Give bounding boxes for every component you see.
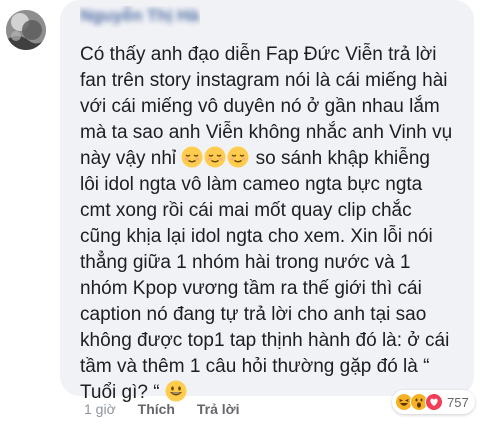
love-reaction-icon (425, 393, 443, 411)
comment-line: tầm và thêm 1 câu hỏi thường gặp đó là “ (80, 356, 430, 377)
comment-line: với cái miếng vô duyên nó ở gần nhau lắm (80, 96, 440, 117)
like-button[interactable]: Thích (138, 401, 175, 417)
comment-line: nhóm Kpop vương tầm ra thế giới thì cái (80, 278, 422, 299)
comment-line: không được top1 tap thịnh hành đó là: ở … (80, 330, 450, 351)
reaction-summary[interactable]: 757 (392, 390, 475, 414)
comment-line: lôi idol ngta vô làm cameo ngta bực ngta (80, 174, 423, 195)
comment-line: fan trên story instagram nói là cái miến… (80, 70, 448, 91)
comment-line-prefix: này vậy nhỉ (80, 148, 177, 169)
comment-line: thẳng giữa 1 nhóm hài trong nước và 1 (80, 252, 411, 273)
comment-line: cũng khịa lại idol ngta cho xem. Xin lỗi… (80, 226, 433, 247)
comment-card: Nguyễn Thị Hà Có thấy anh đạo diễn Fap Đ… (0, 0, 490, 436)
comment-footer: 1 giờ Thích Trả lời (84, 399, 384, 419)
avatar-image (6, 10, 46, 50)
comment-timestamp[interactable]: 1 giờ (84, 401, 116, 417)
reply-button[interactable]: Trả lời (197, 401, 240, 417)
comment-line: mà ta sao anh Viễn không nhắc anh Vinh v… (80, 122, 453, 143)
comment-line: caption nó đang tự trả lời cho anh tại s… (80, 304, 427, 325)
comment-line-with-emojis: này vậy nhỉ so sánh khập khiễng (80, 146, 470, 172)
comment-text: Có thấy anh đạo diễn Fap Đức Viễn trả lờ… (80, 42, 470, 406)
comment-line: cmt xong rồi cái mai mốt quay clip chắc (80, 200, 412, 221)
comment-line: Có thấy anh đạo diễn Fap Đức Viễn trả lờ… (80, 44, 437, 65)
author-name[interactable]: Nguyễn Thị Hà (80, 6, 199, 25)
reaction-count: 757 (447, 394, 469, 410)
comment-line-suffix: so sánh khập khiễng (250, 148, 430, 169)
comment-author[interactable]: Nguyễn Thị Hà (80, 6, 200, 28)
avatar[interactable] (6, 10, 46, 50)
